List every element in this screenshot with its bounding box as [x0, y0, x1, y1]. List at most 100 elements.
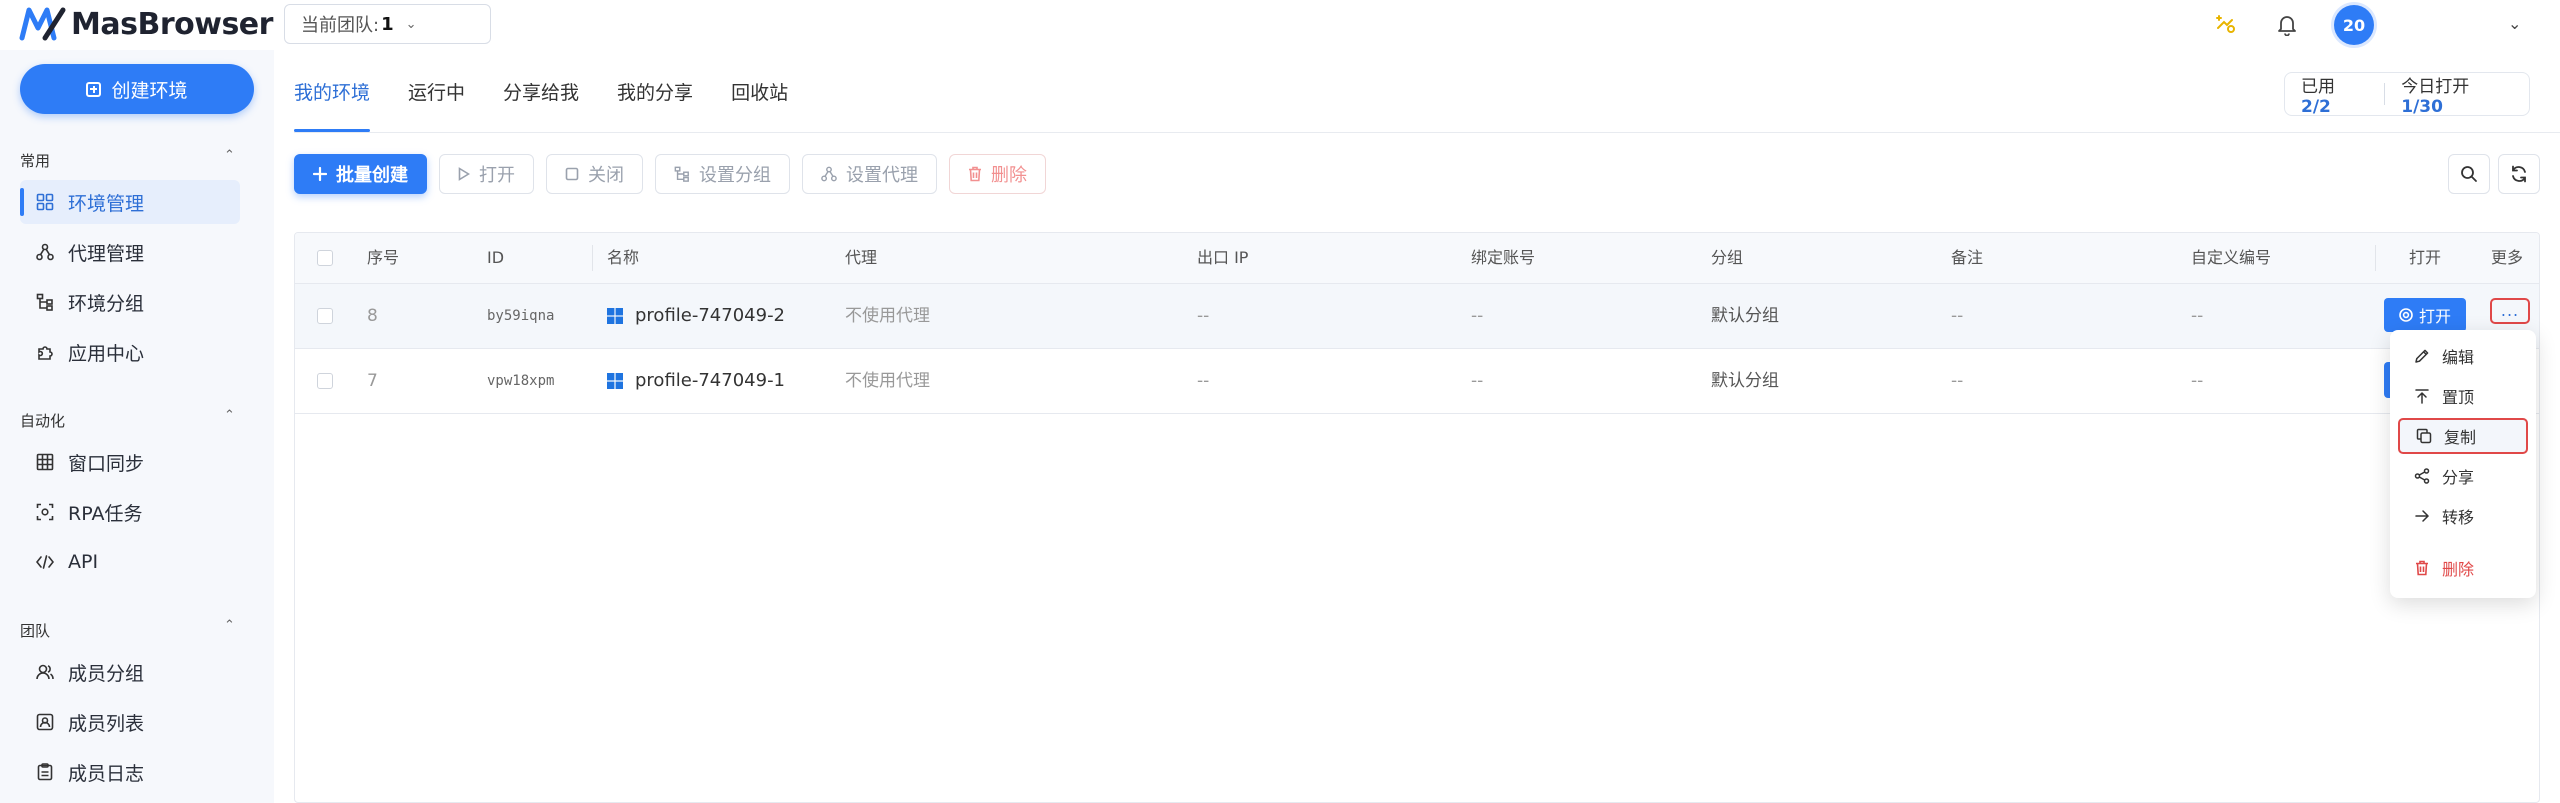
chevron-down-icon: ⌄ [405, 16, 417, 32]
row-id: by59iqna [487, 308, 555, 324]
column-header-more: 更多 [2491, 248, 2524, 267]
sidebar-item-app-center[interactable]: 应用中心 [20, 330, 240, 374]
row-custom-number: -- [2191, 371, 2204, 391]
set-proxy-button[interactable]: 设置代理 [802, 154, 937, 194]
trash-icon [968, 166, 982, 182]
tab-recycle-bin[interactable]: 回收站 [731, 80, 788, 132]
column-header-account: 绑定账号 [1471, 248, 1536, 267]
create-environment-label: 创建环境 [111, 79, 188, 102]
theme-toggle-icon[interactable] [2212, 12, 2238, 38]
team-selector[interactable]: 当前团队: 1 ⌄ [284, 4, 491, 44]
column-header-custom-number: 自定义编号 [2191, 248, 2272, 267]
sidebar-item-member-log[interactable]: 成员日志 [20, 750, 240, 794]
play-icon [458, 167, 470, 181]
set-group-label: 设置分组 [699, 165, 771, 186]
user-menu-chevron-icon[interactable]: ⌄ [2508, 14, 2521, 33]
row-more-button[interactable]: ... [2490, 298, 2530, 324]
sidebar-item-label: 成员列表 [68, 712, 145, 735]
set-proxy-label: 设置代理 [846, 165, 918, 186]
column-divider [592, 245, 593, 271]
chevron-up-icon[interactable]: ⌃ [224, 618, 235, 633]
tab-shared-with-me[interactable]: 分享给我 [503, 80, 579, 132]
column-header-exit-ip: 出口 IP [1197, 248, 1249, 267]
grid-icon [34, 191, 56, 213]
menu-item-label: 置顶 [2442, 388, 2475, 407]
chrome-icon [2399, 308, 2413, 322]
user-avatar[interactable]: 20 [2334, 5, 2374, 45]
row-checkbox[interactable] [317, 308, 333, 324]
app-logo[interactable]: MasBrowser [19, 4, 273, 44]
select-all-checkbox[interactable] [317, 250, 333, 266]
create-environment-button[interactable]: 创建环境 [20, 64, 254, 114]
search-button[interactable] [2448, 154, 2490, 194]
menu-item-transfer[interactable]: 转移 [2398, 498, 2528, 534]
row-note: -- [1951, 306, 1964, 326]
chevron-up-icon[interactable]: ⌃ [224, 408, 235, 423]
table-header: 序号 ID 名称 代理 出口 IP 绑定账号 分组 备注 自定义编号 打开 更多 [295, 233, 2539, 284]
table-row[interactable]: 8 by59iqna profile-747049-2 不使用代理 -- -- … [295, 284, 2539, 349]
bell-icon[interactable] [2274, 12, 2300, 38]
sidebar-item-label: 成员日志 [68, 762, 145, 785]
row-name[interactable]: profile-747049-1 [607, 349, 785, 413]
sidebar-item-environment-management[interactable]: 环境管理 [20, 180, 240, 224]
sidebar-item-label: 成员分组 [68, 662, 145, 685]
open-button[interactable]: 打开 [439, 154, 534, 194]
network-icon [34, 241, 56, 263]
delete-button[interactable]: 删除 [949, 154, 1046, 194]
sidebar-item-label: 环境管理 [68, 192, 145, 215]
row-note: -- [1951, 371, 1964, 391]
sidebar-item-member-list[interactable]: 成员列表 [20, 700, 240, 744]
sidebar-item-proxy-management[interactable]: 代理管理 [20, 230, 240, 274]
row-custom-number: -- [2191, 306, 2204, 326]
sidebar-item-label: 应用中心 [68, 342, 145, 365]
menu-item-edit[interactable]: 编辑 [2398, 338, 2528, 374]
clipboard-icon [34, 761, 56, 783]
row-index: 8 [367, 306, 378, 326]
today-open-count: 今日打开 1/30 [2401, 76, 2470, 117]
puzzle-icon [34, 341, 56, 363]
close-label: 关闭 [588, 165, 624, 186]
tab-running[interactable]: 运行中 [408, 80, 465, 132]
windows-icon [607, 308, 623, 324]
row-id: vpw18xpm [487, 373, 555, 389]
delete-label: 删除 [991, 165, 1027, 186]
windows-icon [607, 373, 623, 389]
id-card-icon [34, 711, 56, 733]
toolbar: 批量创建 打开 关闭 设置分组 设置代理 删除 [294, 154, 1058, 196]
menu-item-share[interactable]: 分享 [2398, 458, 2528, 494]
refresh-button[interactable] [2498, 154, 2540, 194]
row-account: -- [1471, 371, 1484, 391]
sidebar-item-environment-group[interactable]: 环境分组 [20, 280, 240, 324]
close-button[interactable]: 关闭 [546, 154, 643, 194]
table-row[interactable]: 7 vpw18xpm profile-747049-1 不使用代理 -- -- … [295, 349, 2539, 414]
row-checkbox[interactable] [317, 373, 333, 389]
tab-my-environments[interactable]: 我的环境 [294, 80, 371, 132]
menu-item-copy[interactable]: 复制 [2398, 418, 2528, 454]
section-title-automation: 自动化 [20, 412, 66, 430]
menu-item-pin-top[interactable]: 置顶 [2398, 378, 2528, 414]
row-open-label: 打开 [2418, 307, 2451, 326]
sidebar-item-rpa-task[interactable]: RPA任务 [20, 490, 240, 534]
top-bar: MasBrowser 当前团队: 1 ⌄ 20 ⌄ [0, 0, 2560, 50]
team-label: 当前团队: [301, 15, 380, 36]
copy-icon [2414, 426, 2434, 446]
sidebar-item-window-sync[interactable]: 窗口同步 [20, 440, 240, 484]
chevron-up-icon[interactable]: ⌃ [224, 148, 235, 163]
pencil-icon [2412, 346, 2432, 366]
sidebar-item-member-group[interactable]: 成员分组 [20, 650, 240, 694]
menu-item-delete[interactable]: 删除 [2398, 550, 2528, 586]
main-tabs: 我的环境 运行中 分享给我 我的分享 回收站 [294, 80, 826, 132]
pin-top-icon [2412, 386, 2432, 406]
set-group-button[interactable]: 设置分组 [655, 154, 790, 194]
row-name[interactable]: profile-747049-2 [607, 284, 785, 348]
tab-my-shares[interactable]: 我的分享 [617, 80, 693, 132]
sidebar-item-label: RPA任务 [68, 502, 143, 525]
column-header-name: 名称 [607, 248, 640, 267]
used-count: 已用 2/2 [2301, 76, 2335, 117]
row-open-button[interactable]: 打开 [2384, 298, 2466, 332]
open-label: 打开 [479, 165, 515, 186]
batch-create-button[interactable]: 批量创建 [294, 154, 427, 194]
sidebar-item-api[interactable]: API [20, 540, 240, 584]
row-name-text: profile-747049-1 [635, 370, 786, 391]
menu-item-label: 删除 [2442, 560, 2475, 579]
